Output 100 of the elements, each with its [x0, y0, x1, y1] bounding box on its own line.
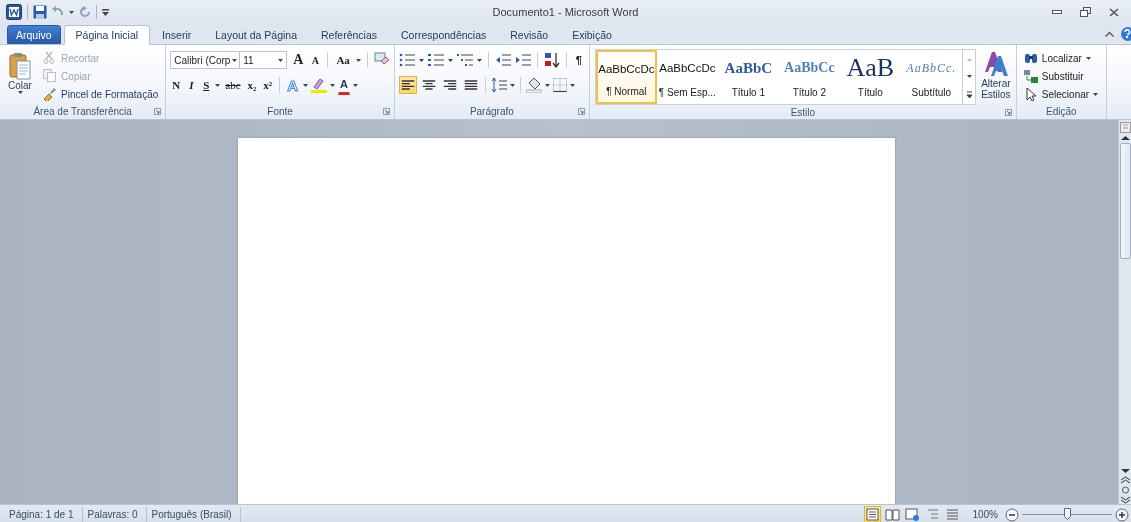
caret-icon[interactable]	[330, 83, 335, 87]
caret-icon[interactable]	[1093, 92, 1099, 96]
zoom-in-icon[interactable]	[1115, 507, 1129, 522]
caret-icon[interactable]	[476, 58, 482, 62]
app-icon[interactable]	[6, 4, 22, 20]
file-tab[interactable]: Arquivo	[7, 25, 61, 44]
status-text[interactable]: Página: 1 de 1	[4, 507, 83, 522]
close-icon[interactable]	[1109, 7, 1119, 17]
font-name-field[interactable]: Calibri (Corp	[170, 51, 241, 69]
editing-button[interactable]: Localizar	[1020, 49, 1102, 67]
caret-icon[interactable]	[509, 83, 515, 87]
line-spacing-icon[interactable]	[490, 77, 507, 93]
highlighter-icon[interactable]	[311, 77, 327, 93]
scroll-thumb[interactable]	[1119, 143, 1131, 259]
replace-icon	[1023, 69, 1038, 83]
next-page-icon[interactable]	[1120, 496, 1130, 504]
style-option[interactable]: AaBbCcDc ¶ Normal	[595, 50, 657, 104]
ribbon-tab[interactable]: Referências	[309, 25, 390, 44]
zoom-out-icon[interactable]	[1005, 507, 1019, 522]
scroll-down-icon[interactable]	[1120, 468, 1130, 474]
style-option[interactable]: AaBbCc. Subtítulo	[900, 50, 962, 104]
ribbon-tab[interactable]: Inserir	[150, 25, 204, 44]
editing-button[interactable]: Substituir	[1020, 67, 1102, 85]
group-label: Estilo	[790, 106, 816, 118]
align-left-button[interactable]	[398, 76, 417, 94]
caret-icon[interactable]	[69, 10, 74, 14]
save-icon[interactable]	[33, 5, 47, 19]
superscript-button[interactable]: x²	[261, 76, 275, 94]
previous-page-icon[interactable]	[1120, 476, 1130, 484]
read-view-button[interactable]	[884, 506, 902, 522]
paint-bucket-icon[interactable]	[525, 77, 542, 93]
style-name: Subtítulo	[911, 87, 952, 98]
borders-icon[interactable]	[552, 78, 567, 92]
scroll-up-icon[interactable]	[1120, 135, 1130, 141]
group-label: Fonte	[267, 106, 293, 117]
ribbon-tab[interactable]: Correspondências	[389, 25, 499, 44]
subscript-button[interactable]: x₂	[245, 76, 259, 94]
caret-icon[interactable]	[232, 58, 238, 62]
caret-icon[interactable]	[353, 83, 358, 87]
caret-icon[interactable]	[569, 83, 575, 87]
zoom-level[interactable]: 100%	[972, 509, 998, 520]
font-color-button[interactable]: A	[338, 75, 350, 95]
caret-icon[interactable]	[418, 58, 424, 62]
web-view-button[interactable]	[904, 506, 922, 522]
multilevel-list-icon[interactable]	[456, 52, 473, 68]
caret-icon[interactable]	[355, 58, 361, 62]
ribbon-tab[interactable]: Revisão	[498, 25, 561, 44]
font-size-field[interactable]: 11	[239, 51, 288, 69]
bullet-list-icon[interactable]	[398, 52, 415, 68]
clipboard-button[interactable]: Pincel de Formatação	[40, 85, 162, 103]
style-preview: AaBbCc	[784, 59, 835, 77]
help-icon[interactable]	[1121, 27, 1131, 41]
zoom-slider-thumb[interactable]	[1064, 508, 1071, 520]
increase-indent-icon[interactable]	[514, 52, 531, 68]
style-option[interactable]: AaBbCc Título 2	[778, 50, 840, 104]
bold-button[interactable]: N	[170, 76, 183, 94]
browse-object-icon[interactable]	[1120, 486, 1130, 494]
caret-icon[interactable]	[17, 91, 23, 94]
status-text[interactable]: Português (Brasil)	[146, 507, 241, 522]
italic-button[interactable]: I	[185, 76, 198, 94]
caret-icon[interactable]	[544, 83, 550, 87]
customize-icon[interactable]	[102, 8, 109, 16]
caret-icon[interactable]	[303, 83, 308, 87]
style-preview: AaBbCc.	[906, 59, 957, 77]
change-styles-button[interactable]: Alterar Estilos	[977, 47, 1014, 105]
caret-icon[interactable]	[278, 58, 284, 62]
shrink-font-button[interactable]: A	[309, 51, 322, 69]
underline-button[interactable]: S	[200, 76, 213, 94]
sort-icon[interactable]	[543, 52, 560, 68]
change-case-button[interactable]: Aa	[334, 51, 352, 69]
grow-font-button[interactable]: A	[291, 51, 306, 69]
zoom-slider[interactable]	[1022, 508, 1112, 521]
ribbon-tab[interactable]: Página Inicial	[63, 25, 151, 45]
caret-icon[interactable]	[1085, 56, 1091, 60]
minimize-icon[interactable]	[1052, 10, 1062, 14]
restore-icon[interactable]	[1080, 7, 1091, 17]
style-preview: AaBbCcDc	[659, 61, 716, 76]
strikethrough-button[interactable]: abc	[223, 76, 243, 94]
paste-button[interactable]: Colar	[4, 49, 36, 104]
dialog-launcher-icon[interactable]	[382, 108, 390, 115]
style-option[interactable]: AaBbC Título 1	[717, 50, 779, 104]
status-text[interactable]: Palavras: 0	[82, 507, 147, 522]
ribbon-tab[interactable]: Layout da Página	[203, 25, 309, 44]
caret-icon[interactable]	[447, 58, 453, 62]
dialog-launcher-icon[interactable]	[577, 108, 585, 115]
dialog-launcher-icon[interactable]	[1004, 109, 1012, 116]
collapse-ribbon-icon[interactable]	[1105, 31, 1114, 37]
dialog-launcher-icon[interactable]	[154, 108, 162, 115]
numbered-list-icon[interactable]	[427, 52, 444, 68]
caret-icon[interactable]	[215, 83, 221, 87]
style-option[interactable]: AaBbCcDc ¶ Sem Esp...	[656, 50, 718, 104]
show-marks-button[interactable]: ¶	[572, 51, 585, 69]
print-view-button[interactable]	[864, 506, 882, 522]
decrease-indent-icon[interactable]	[494, 52, 511, 68]
style-option[interactable]: AaB Título	[839, 50, 901, 104]
ribbon-tab[interactable]: Exibição	[560, 25, 624, 44]
binoculars-icon	[1023, 51, 1038, 65]
style-preview: AaBbC	[724, 58, 773, 78]
ruler-toggle-icon[interactable]	[1119, 122, 1131, 133]
editing-button[interactable]: Selecionar	[1020, 85, 1102, 103]
